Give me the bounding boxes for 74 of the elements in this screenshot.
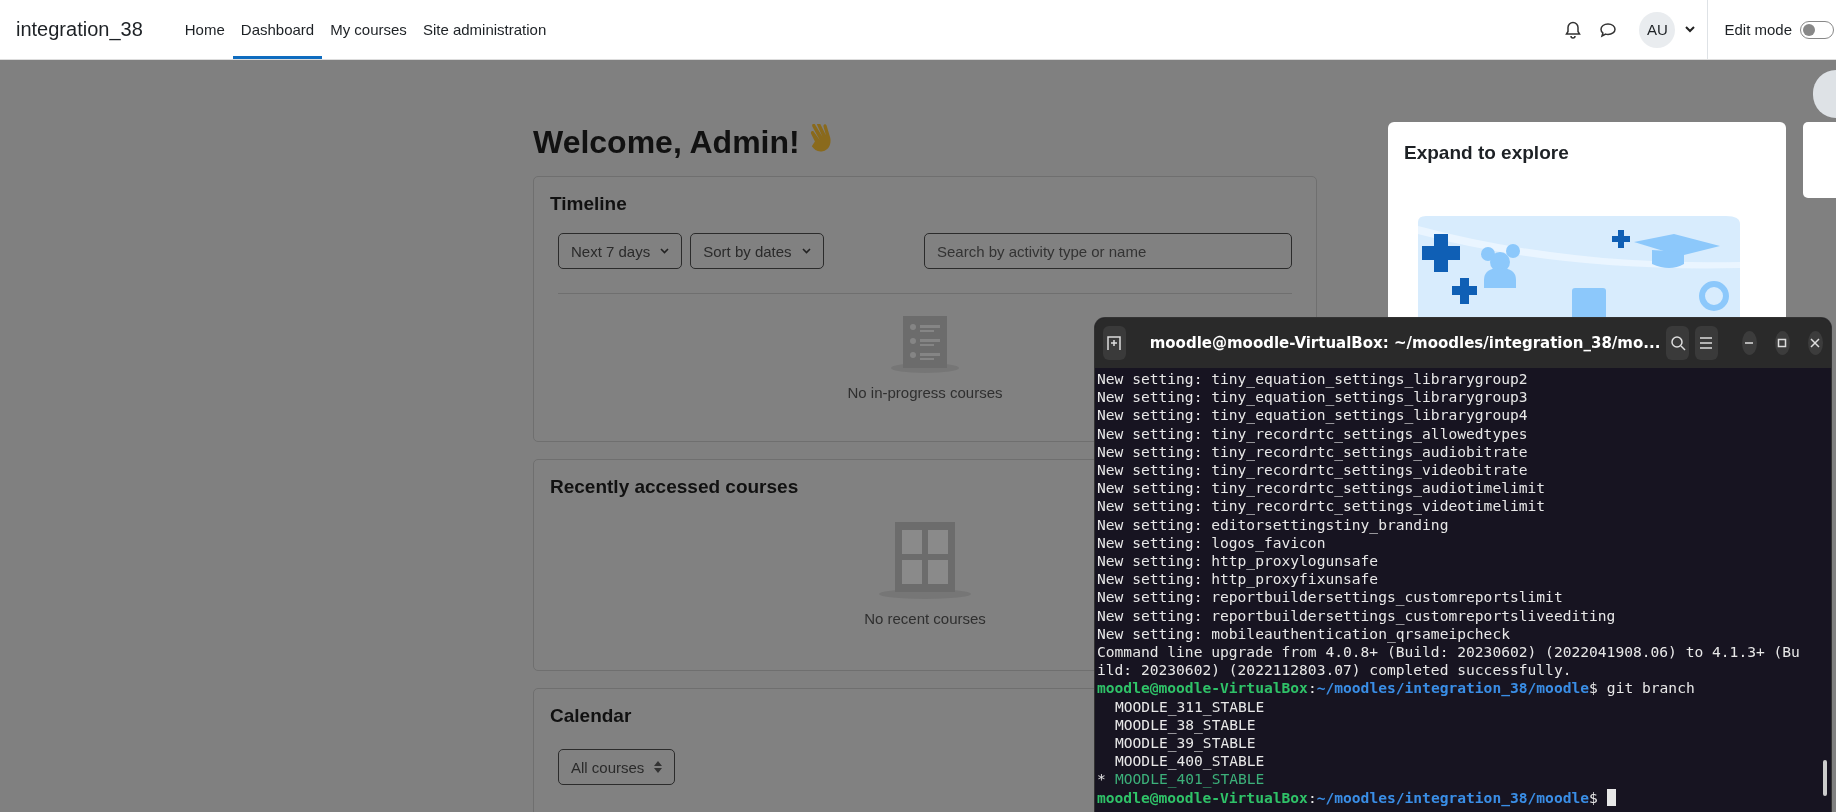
- prompt-user: moodle@moodle-VirtualBox: [1097, 788, 1308, 807]
- minimize-icon: [1745, 342, 1754, 344]
- branch-name: MOODLE_311_STABLE: [1115, 697, 1265, 716]
- close-icon: [1810, 338, 1821, 348]
- list-illustration-icon: [890, 314, 960, 374]
- prompt-path: ~/moodles/integration_38/moodle: [1316, 788, 1590, 807]
- page-heading: Welcome, Admin!: [533, 123, 800, 161]
- terminal-line: New setting: mobileauthentication_qrsameipcheck: [1097, 624, 1510, 644]
- site-name[interactable]: integration_38: [16, 18, 143, 41]
- prompt-separator: :: [1307, 788, 1317, 807]
- search-field[interactable]: Search by activity type or name: [924, 233, 1292, 269]
- terminal-line: New setting: tiny_equation_settings_librarygroup3: [1097, 388, 1529, 407]
- terminal-line: ild: 20230602) (2022112803.07) completed successfully.: [1097, 661, 1573, 680]
- terminal-line: New setting: editorsettingstiny_branding: [1097, 515, 1450, 534]
- terminal-line: New setting: tiny_equation_settings_librarygroup4: [1097, 406, 1529, 425]
- branch-name: MOODLE_400_STABLE: [1115, 752, 1265, 771]
- sort-caret-icon: [654, 761, 663, 773]
- branch-name: MOODLE_401_STABLE: [1115, 770, 1265, 789]
- empty-message: No in-progress courses: [847, 384, 1003, 401]
- menu-button[interactable]: [1695, 326, 1718, 360]
- prompt-command: git branch: [1606, 679, 1695, 698]
- terminal-line: New setting: http_proxyfixunsafe: [1097, 570, 1380, 589]
- terminal-title: moodle@moodle-VirtualBox: ~/moodles/integration_38/mo...: [1148, 334, 1661, 352]
- caret-icon: [660, 248, 670, 254]
- course-grid-illustration-icon: [878, 520, 972, 600]
- terminal-line: New setting: tiny_recordrtc_settings_allowedtypes: [1097, 424, 1529, 443]
- nav-link[interactable]: Home: [176, 0, 233, 59]
- close-button[interactable]: [1807, 331, 1823, 355]
- scrollbar[interactable]: [1823, 760, 1827, 796]
- empty-message: No recent courses: [864, 610, 986, 627]
- maximize-icon: [1777, 338, 1788, 348]
- course-select[interactable]: All courses: [558, 749, 676, 785]
- terminal-line: New setting: tiny_recordrtc_settings_videobitrate: [1097, 461, 1529, 480]
- card-title: Calendar: [550, 705, 632, 727]
- prompt-path: ~/moodles/integration_38/moodle: [1316, 679, 1590, 698]
- card-title: Recently accessed courses: [550, 476, 799, 498]
- terminal-line: New setting: logos_favicon: [1097, 533, 1326, 553]
- new-tab-icon: [1106, 335, 1123, 351]
- new-tab-button[interactable]: [1103, 326, 1126, 360]
- terminal-line: New setting: tiny_recordrtc_settings_audiotimelimit: [1097, 479, 1547, 498]
- terminal-line: New setting: reportbuildersettings_customreportslimit: [1097, 588, 1564, 607]
- tour-title: Expand to explore: [1404, 142, 1570, 164]
- search-button[interactable]: [1666, 326, 1689, 360]
- card-title: Timeline: [550, 193, 627, 215]
- terminal-line: New setting: tiny_equation_settings_librarygroup2: [1097, 370, 1529, 389]
- drawer-toggle-button[interactable]: [1813, 70, 1836, 118]
- user-avatar[interactable]: AU: [1639, 11, 1676, 48]
- filter-dropdown[interactable]: Next 7 days: [558, 233, 683, 269]
- branch-marker: *: [1097, 770, 1107, 789]
- nav-link[interactable]: Dashboard: [232, 0, 323, 59]
- caret-icon: [801, 248, 811, 254]
- caret-icon[interactable]: [1685, 26, 1696, 33]
- chat-icon[interactable]: [1599, 21, 1618, 38]
- prompt-symbol: $: [1589, 679, 1598, 698]
- edit-mode-label: Edit mode: [1724, 21, 1792, 38]
- nav-link[interactable]: My courses: [322, 0, 415, 59]
- prompt-separator: :: [1307, 679, 1317, 698]
- terminal-line: New setting: tiny_recordrtc_settings_audiobitrate: [1097, 442, 1529, 461]
- prompt-symbol: $: [1589, 788, 1598, 806]
- terminal-line: New setting: http_proxylogunsafe: [1097, 552, 1380, 571]
- branch-name: MOODLE_38_STABLE: [1115, 715, 1256, 735]
- menu-icon: [1699, 337, 1714, 349]
- edit-mode-toggle[interactable]: [1800, 20, 1834, 39]
- prompt-user: moodle@moodle-VirtualBox: [1097, 679, 1308, 698]
- terminal-line: New setting: tiny_recordrtc_settings_videotimelimit: [1097, 497, 1547, 516]
- search-icon: [1669, 335, 1686, 351]
- maximize-button[interactable]: [1774, 331, 1790, 355]
- terminal-line: New setting: reportbuildersettings_customreportsliveediting: [1097, 606, 1617, 625]
- minimize-button[interactable]: [1741, 331, 1757, 355]
- branch-name: MOODLE_39_STABLE: [1115, 734, 1256, 753]
- nav-link[interactable]: Site administration: [414, 0, 555, 59]
- filter-dropdown[interactable]: Sort by dates: [690, 233, 824, 269]
- bell-icon[interactable]: [1565, 20, 1582, 39]
- terminal-line: Command line upgrade from 4.0.8+ (Build: 20230602) (2022041908.06) to 4.1.3+ (Bu: [1097, 643, 1801, 662]
